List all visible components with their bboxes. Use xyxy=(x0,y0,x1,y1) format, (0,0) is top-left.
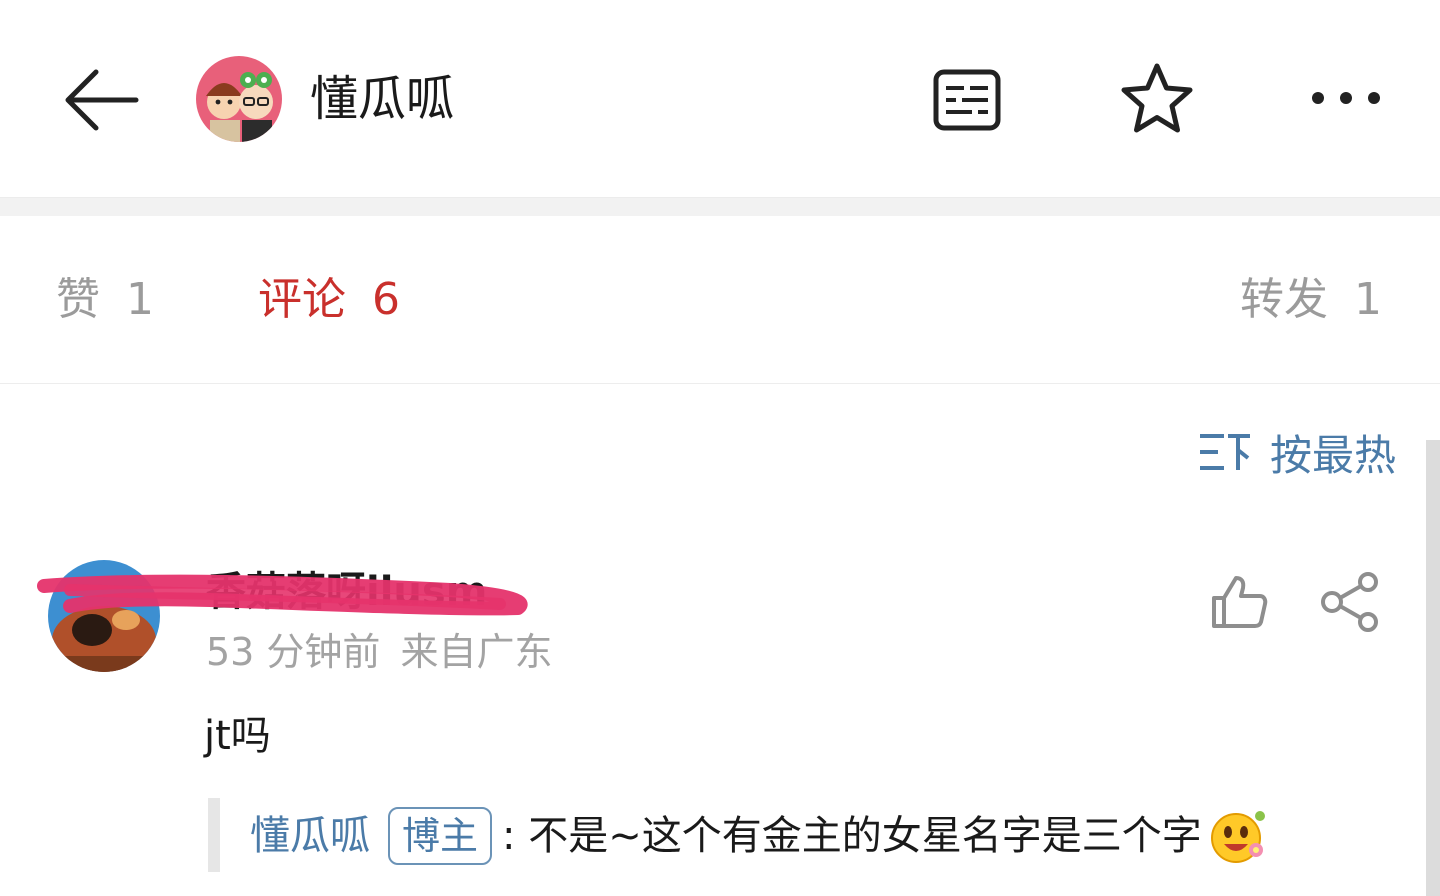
top-app-bar: 懂瓜呱 xyxy=(0,0,1440,198)
reply-line: 懂瓜呱 博主 : 不是~这个有金主的女星名字是三个字 xyxy=(250,804,1270,868)
comment-location: 来自广东 xyxy=(400,630,553,674)
reply-text: : 不是~这个有金主的女星名字是三个字 xyxy=(502,813,1202,859)
sort-toggle[interactable]: 按最热 xyxy=(1198,422,1396,482)
tab-likes-label: 赞 xyxy=(56,274,100,325)
tab-reposts-label: 转发 xyxy=(1240,274,1328,325)
reader-mode-button[interactable] xyxy=(926,62,1008,138)
star-icon xyxy=(1121,63,1193,133)
scrollbar[interactable] xyxy=(1426,440,1440,896)
interaction-tabs: 赞1 评论 6 转发 1 xyxy=(0,216,1440,384)
favorite-button[interactable] xyxy=(1116,58,1198,140)
tab-comments[interactable]: 评论 6 xyxy=(258,268,400,332)
section-divider xyxy=(0,198,1440,216)
tab-reposts[interactable]: 转发 1 xyxy=(1240,268,1382,332)
page-title: 懂瓜呱 xyxy=(310,71,455,127)
commenter-avatar[interactable] xyxy=(48,560,160,672)
flower-smile-emoji-icon xyxy=(1210,811,1265,863)
comment-text: jt吗 xyxy=(204,713,271,759)
comment-like-button[interactable] xyxy=(1206,572,1272,632)
more-horizontal-icon xyxy=(1312,92,1380,104)
sort-label: 按最热 xyxy=(1269,430,1396,480)
sort-icon xyxy=(1199,434,1250,470)
more-button[interactable] xyxy=(1306,76,1388,120)
arrow-left-icon xyxy=(65,69,139,131)
comment-time: 53 分钟前 xyxy=(206,630,381,674)
tab-likes[interactable]: 赞1 xyxy=(56,268,154,332)
tab-likes-count: 1 xyxy=(126,274,154,325)
tab-reposts-count: 1 xyxy=(1354,274,1382,325)
tab-comments-count: 6 xyxy=(372,274,400,325)
reply-author[interactable]: 懂瓜呱 xyxy=(250,806,370,866)
commenter-name[interactable]: 香菇落呀ilusm xyxy=(206,566,487,618)
thumbs-up-icon xyxy=(1212,576,1268,628)
comment-meta: 53 分钟前 来自广东 xyxy=(206,626,552,678)
reply-quote-bar xyxy=(208,798,220,872)
blogger-reply[interactable]: 懂瓜呱 博主 : 不是~这个有金主的女星名字是三个字 xyxy=(208,798,1308,872)
reader-mode-icon xyxy=(933,69,1001,131)
blogger-badge: 博主 xyxy=(388,807,493,865)
tab-comments-label: 评论 xyxy=(258,274,346,325)
comment-share-button[interactable] xyxy=(1318,572,1382,632)
back-button[interactable] xyxy=(56,60,144,140)
blogger-avatar[interactable] xyxy=(196,56,282,142)
share-icon xyxy=(1321,572,1378,632)
